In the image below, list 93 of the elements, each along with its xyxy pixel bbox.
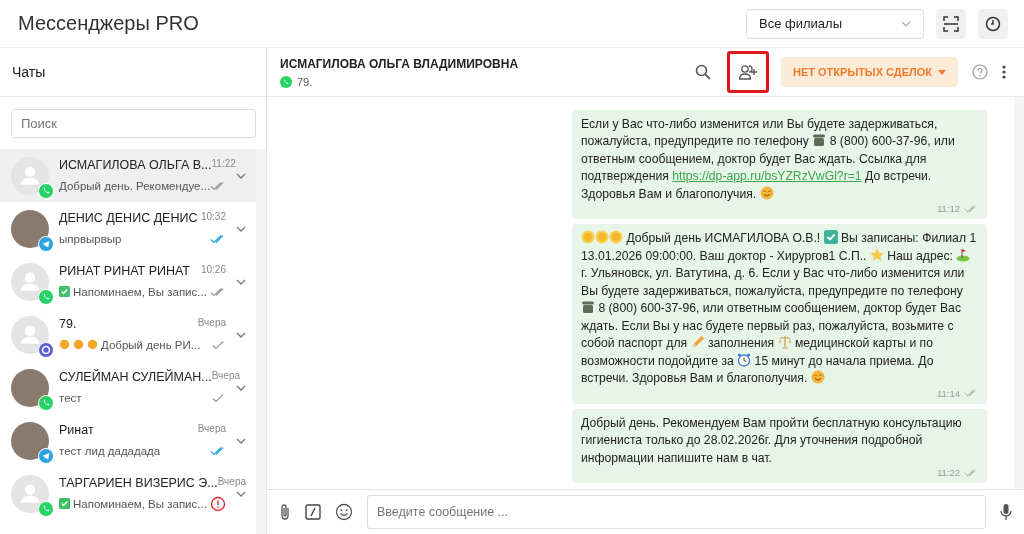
whatsapp-icon [38,394,54,411]
message-text: Добрый день ИСМАГИЛОВА О.В.! Вы записаны: Филиал 1 13.01.2026 09:00:00. Ваш доктор - Хирургов1 С.П.. Наш адрес: г. Ульяновск, ул. Ватутина, д. 6. Если у Вас что-либо изменится или Вы будете задерживаться, пожалуйста, предупредите по телефону 8 (800) 600-37-96, или ответным сообщением, доктор будет Вас ждать. Если Вы у нас будете первый раз, пожалуйста, возьмите с собой паспорт для заполнения медицинской карты и по возможности подойдите за 15 минут до начала приема. До встречи. Здоровья Вам и благополучия. [581,230,978,387]
scales-icon [777,335,792,349]
chat-list-item[interactable]: РИНАТ РИНАТ РИНАТ 10:26 Напоминаем, Вы запис... [0,255,256,308]
scan-icon [943,15,959,32]
message-input-field[interactable]: Введите сообщение ... [367,495,986,529]
add-user-button[interactable] [727,51,769,93]
chevron-down-icon[interactable] [236,384,246,391]
contact-name: ТАРГАРИЕН ВИЗЕРИС Э... [59,475,218,490]
avatar-icon [11,474,49,513]
check-box-icon [823,230,838,244]
message-text: Добрый день. Рекомендуем Вам пройти бесплатную консультацию гигиениста только до 28.02.2026г. Для уточнения подробной информации напишите нам в чат. [581,414,963,467]
microphone-icon [1000,503,1012,521]
slash-icon [305,504,321,520]
avatar-icon [11,262,49,301]
star-icon [869,247,884,262]
telephone-icon [581,300,595,314]
chat-list-item[interactable]: ДЕНИС ДЕНИС ДЕНИС 10:32 ыпрвырвыр [0,202,256,255]
chats-title: Чаты [12,64,46,80]
check-box-icon [59,286,70,297]
message-time: Вчера [211,369,240,381]
sun-icon [59,339,70,350]
contact-name: ДЕНИС ДЕНИС ДЕНИС [59,210,198,225]
contact-name: ИСМАГИЛОВА ОЛЬГА В... [59,157,212,172]
sun-icon [73,339,84,350]
message-preview: Напоминаем, Вы запис... [59,497,207,510]
message-preview: Добрый день РИ... [59,338,201,351]
avatar-photo-placeholder [11,209,49,248]
chevron-down-icon[interactable] [236,225,246,232]
message-time: Вчера [217,475,246,487]
avatar-icon [11,315,49,354]
message-time: 11:14 [936,387,960,399]
ring-icon [38,341,54,358]
more-icon [1002,64,1006,80]
message-preview: Добрый день. Рекомендуе... [59,179,211,192]
sun-icon [581,230,595,244]
help-icon [972,64,988,80]
message-time: 10:32 [200,210,226,222]
message-time: 11:12 [936,203,960,214]
scan-button[interactable] [936,8,966,39]
whatsapp-icon [280,75,292,88]
chevron-down-icon [901,20,911,27]
contact-name: ИСМАГИЛОВА ОЛЬГА ВЛАДИМИРОВНА [280,56,519,71]
contact-name: РИНАТ РИНАТ РИНАТ [59,263,190,278]
chevron-down-icon[interactable] [236,437,246,444]
message-time: 10:26 [200,263,226,275]
contact-name: 79. [59,316,77,331]
message-preview: Напоминаем, Вы запис... [59,285,207,298]
history-button[interactable] [978,8,1008,39]
message-time: Вчера [197,422,226,434]
contact-phone: 79. [297,75,313,88]
message-preview: ыпрвырвыр [59,232,122,245]
telegram-icon [38,447,54,464]
pencil-icon [690,335,705,349]
golf-flag-icon [956,247,971,262]
clock-icon [985,15,1001,32]
whatsapp-icon [38,288,54,305]
avatar-icon [11,156,49,195]
contact-name: Ринат [59,422,94,437]
alarm-clock-icon [737,352,752,367]
message-preview: тест [59,391,82,404]
chat-list-item[interactable]: Ринат Вчера тест лид дададада [0,414,256,467]
add-user-icon [738,64,758,80]
paperclip-icon [279,503,291,521]
sun-icon [595,230,609,244]
whatsapp-icon [38,182,54,199]
chat-list-item[interactable]: 79. Вчера Добрый день РИ... [0,308,256,361]
whatsapp-icon [38,500,54,517]
message-text: Если у Вас что-либо изменится или Вы будете задерживаться, пожалуйста, предупредите по телефону 8 (800) 600-37-96, или ответным сообщением, доктор будет Вас ждать. Ссылка для подтверждения https://dp-app.ru/bsYZRzVwGl?r=1 До встречи. Здоровья Вам и благополучия. [581,115,956,203]
app-title: Мессенджеры PRO [18,12,199,35]
avatar-photo-placeholder [11,421,49,460]
chevron-down-icon[interactable] [236,278,246,285]
chevron-down-icon[interactable] [236,331,246,338]
check-box-icon [59,498,70,509]
sun-icon [609,230,623,244]
smiling-face-icon [810,370,825,384]
smiling-face-icon [759,185,774,200]
search-icon [695,64,711,80]
telegram-icon [38,235,54,252]
avatar-photo-placeholder [11,368,49,407]
branch-select[interactable]: Все филиалы [746,8,924,39]
smiley-icon [335,503,353,521]
message-time: Вчера [197,316,226,328]
message-preview: тест лид дададада [59,444,161,457]
message-time: 11:22 [211,157,236,169]
contact-name: СУЛЕЙМАН СУЛЕЙМАН... [59,369,212,384]
sun-icon [87,339,98,350]
caret-icon [938,69,946,75]
chevron-down-icon[interactable] [236,172,246,179]
telephone-icon [812,133,827,147]
chevron-down-icon[interactable] [236,490,246,497]
search-field[interactable]: Поиск [11,109,256,138]
message-time: 11:22 [936,467,960,478]
